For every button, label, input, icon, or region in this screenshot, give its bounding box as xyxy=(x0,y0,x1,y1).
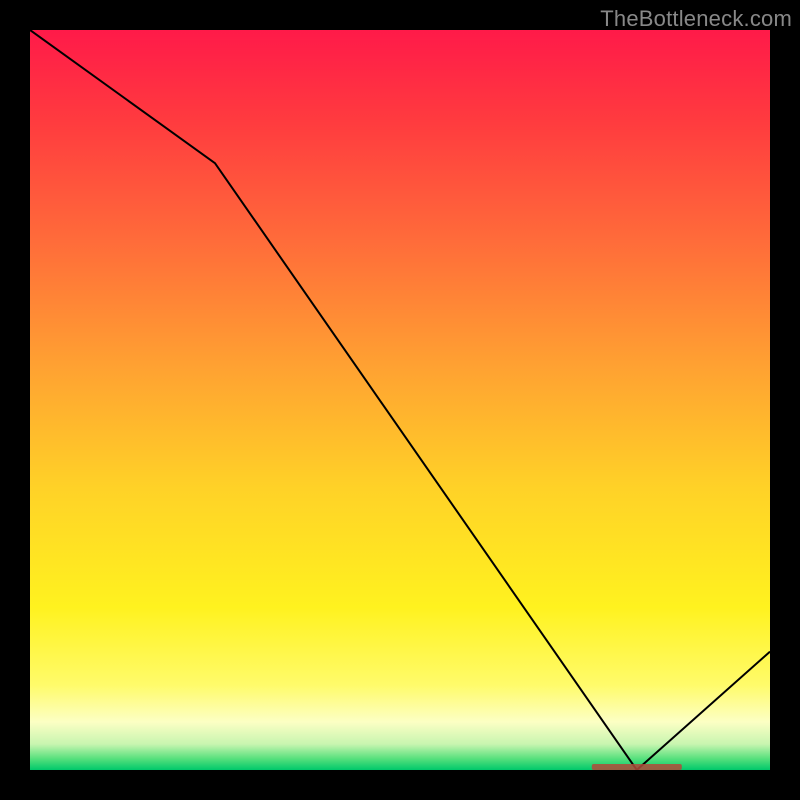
gradient-background xyxy=(30,30,770,770)
bottleneck-chart xyxy=(30,30,770,770)
chart-frame xyxy=(30,30,770,770)
watermark-text: TheBottleneck.com xyxy=(600,6,792,32)
minimum-marker xyxy=(592,764,682,770)
